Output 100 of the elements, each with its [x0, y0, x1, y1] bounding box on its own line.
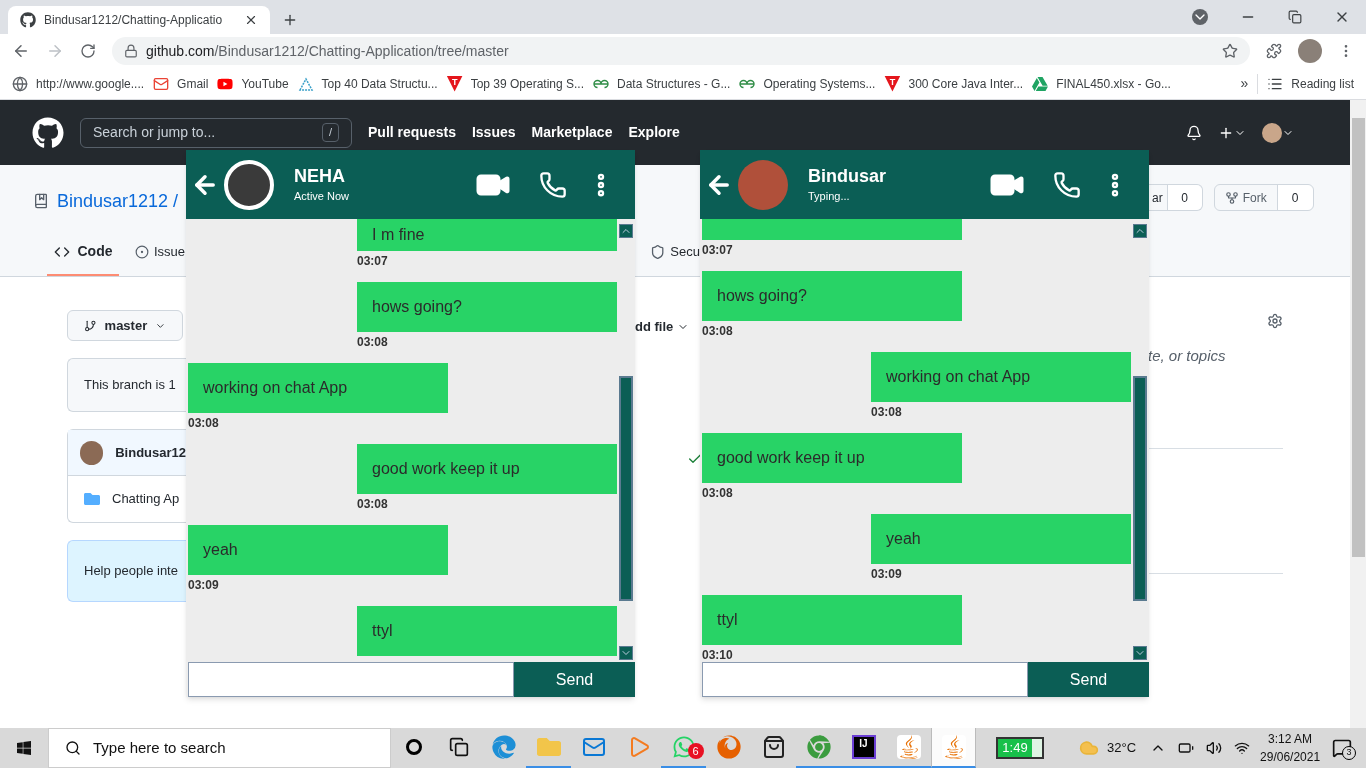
fork-button[interactable]: Fork 0 [1213, 184, 1314, 211]
message-bubble: working on chat App [871, 352, 1131, 402]
fork-count: 0 [1276, 185, 1313, 210]
contact-status: Typing... [808, 189, 851, 205]
nav-link[interactable]: Explore [628, 122, 680, 143]
send-button[interactable]: Send [514, 662, 635, 697]
search-field[interactable]: Search or jump to... / [80, 117, 352, 148]
fox-logo-icon [716, 735, 741, 759]
double-loop-icon [739, 77, 756, 90]
message-time: 03:09 [188, 578, 219, 592]
phone-icon[interactable] [1053, 170, 1081, 199]
profile-avatar[interactable] [1298, 39, 1322, 63]
reading-list[interactable]: Reading list [1267, 74, 1354, 93]
reading-list-label: Reading list [1291, 75, 1354, 93]
fork-icon [1224, 190, 1239, 205]
weather-text: 32°C [1107, 739, 1137, 758]
message-bubble: I m fine [357, 219, 617, 251]
nav-link[interactable]: Marketplace [531, 122, 613, 143]
scrollbar[interactable] [1133, 219, 1149, 662]
scrollbar-thumb[interactable] [619, 376, 633, 601]
repo-owner[interactable]: Bindusar1212 / [57, 187, 179, 215]
contact-name: Bindusar [808, 165, 886, 189]
reload-icon[interactable] [80, 43, 96, 59]
bookmark-label: Top 40 Data Structu... [321, 75, 438, 93]
notification-button[interactable]: 3 [1332, 738, 1352, 758]
nav-link[interactable]: Issues [471, 122, 516, 143]
ide-logo-icon: IJ [851, 735, 876, 759]
wave-logo-icon [491, 735, 516, 759]
profile-avatar[interactable] [1262, 122, 1282, 143]
bookmark[interactable]: FINAL450.xlsx - Go... [1032, 74, 1171, 93]
puzzle-icon[interactable] [1266, 43, 1282, 59]
message-bubble: yeah [188, 525, 448, 575]
lock-icon [124, 44, 138, 58]
address-bar[interactable]: github.com/Bindusar1212/Chatting-Application/tree/master [112, 37, 1250, 65]
star-button[interactable]: ar 0 [1148, 184, 1203, 211]
message-input[interactable] [188, 662, 514, 697]
bookmark[interactable]: Operating Systems... [739, 74, 876, 93]
bookmark-label: http://www.google.... [36, 75, 145, 93]
repo-tab[interactable]: Issue [135, 229, 186, 276]
url-text: github.com/Bindusar1212/Chatting-Application/tree/master [146, 41, 510, 61]
nav-link[interactable]: Pull requests [368, 122, 456, 143]
message-time: 03:08 [357, 497, 388, 511]
scrollbar[interactable] [619, 219, 635, 662]
message-time: 03:08 [702, 324, 733, 338]
restore-icon[interactable] [1288, 10, 1302, 24]
shield-icon [650, 243, 666, 260]
bookmark[interactable]: Top 40 Data Structu... [297, 74, 438, 93]
repo-tab[interactable]: Secu [650, 229, 700, 276]
branch-icon [84, 318, 97, 333]
branch-button[interactable]: master [67, 310, 183, 341]
bookmark[interactable]: Data Structures - G... [593, 74, 731, 93]
gear-icon[interactable] [1267, 313, 1283, 329]
message-time: 03:08 [871, 405, 902, 419]
message-time: 03:09 [871, 567, 902, 581]
avatar [80, 440, 104, 465]
bookmark-label: Operating Systems... [763, 75, 876, 93]
add-file-button[interactable]: dd file [635, 317, 700, 337]
taskbar-search-field[interactable]: Type here to search [48, 728, 391, 768]
avatar-photo-placeholder [224, 159, 274, 210]
clock[interactable]: 3:12 AM 29/06/2021 [1260, 730, 1321, 766]
envelope-icon [153, 75, 170, 92]
bookmark[interactable]: YouTube [217, 74, 289, 93]
message-input[interactable] [702, 662, 1028, 697]
cat-logo-icon[interactable] [32, 116, 64, 149]
send-button[interactable]: Send [1028, 662, 1149, 697]
bookmark-label: YouTube [241, 75, 289, 93]
taskbar-app[interactable]: IJ [841, 728, 886, 768]
star-icon[interactable] [1222, 43, 1238, 59]
dropdown-icon[interactable] [1192, 9, 1208, 25]
close-icon[interactable] [244, 13, 258, 27]
avatar-photo-placeholder [738, 159, 788, 210]
folder-icon [84, 491, 100, 507]
bell-icon[interactable] [1186, 124, 1202, 141]
page-scrollbar[interactable] [1350, 100, 1366, 728]
help-banner: Help people inte [67, 540, 186, 602]
tab-title: Bindusar1212/Chatting-Applicatio [44, 12, 224, 29]
windows-logo-icon[interactable] [16, 740, 32, 756]
bookmark[interactable]: Gmail [153, 74, 209, 93]
search-placeholder: Type here to search [93, 737, 226, 758]
branch-notice: This branch is 1 [67, 358, 186, 412]
message-time: 03:08 [357, 335, 388, 349]
clock-time: 3:12 AM [1268, 731, 1313, 748]
task-view-icon [448, 737, 469, 757]
phone-icon[interactable] [539, 170, 567, 199]
bookmark[interactable]: T Top 39 Operating S... [446, 74, 585, 93]
wifi-icon[interactable] [1234, 740, 1251, 756]
back-icon[interactable] [12, 42, 30, 60]
taskbar-app[interactable]: 6 [661, 728, 706, 768]
message-bubble: good work keep it up [702, 433, 962, 483]
battery-icon[interactable] [1178, 740, 1195, 756]
more-bookmarks[interactable]: » [1240, 73, 1249, 94]
folder-link[interactable]: Chatting Ap [112, 489, 180, 509]
scrollbar-thumb[interactable] [1133, 376, 1147, 601]
message-bubble: hows going? [357, 282, 617, 332]
circle-logo-icon [806, 735, 831, 759]
browser-tab[interactable]: Bindusar1212/Chatting-Applicatio [8, 6, 270, 34]
new-tab-icon[interactable] [282, 12, 298, 28]
bookmark[interactable]: http://www.google.... [12, 74, 145, 93]
bookmark[interactable]: T 300 Core Java Inter... [884, 74, 1024, 93]
speaker-icon[interactable] [1206, 740, 1223, 756]
